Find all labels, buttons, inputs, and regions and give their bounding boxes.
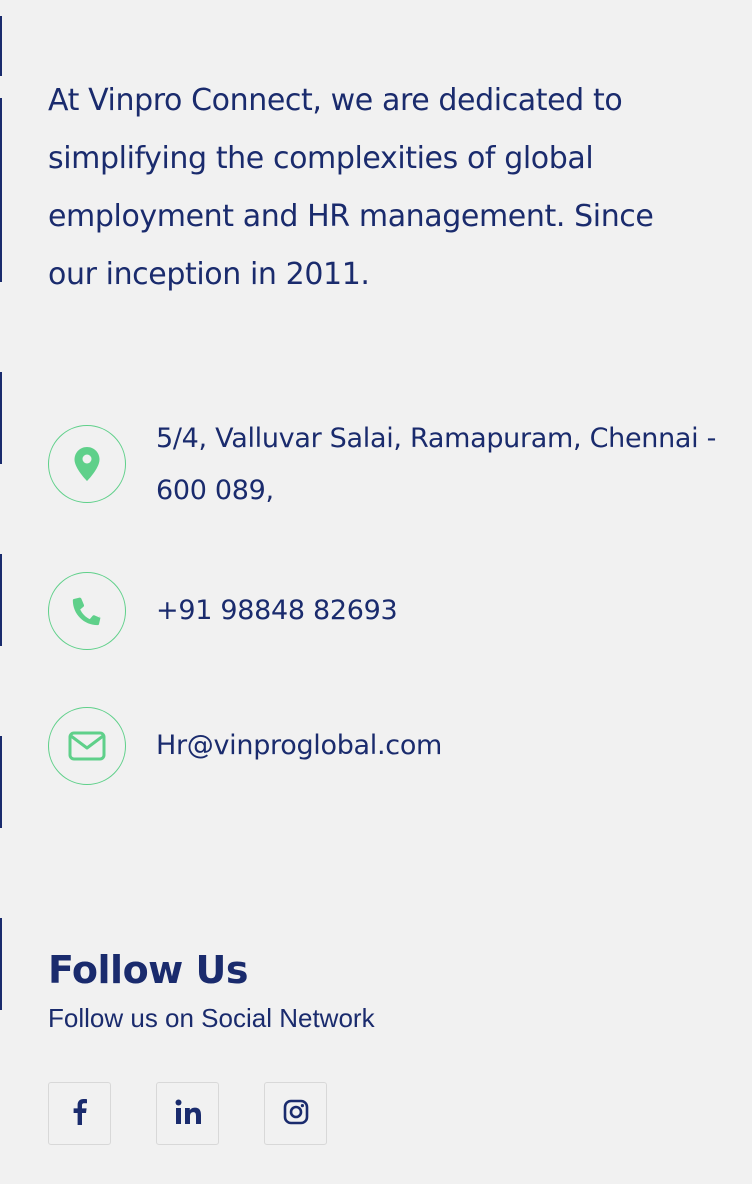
edge-accent-bar [0,16,2,76]
follow-subtitle: Follow us on Social Network [48,1003,375,1033]
facebook-icon [73,1098,87,1129]
instagram-button[interactable] [264,1082,327,1145]
phone-link[interactable]: +91 98848 82693 [156,585,398,637]
phone-row: +91 98848 82693 [48,572,722,650]
email-link[interactable]: Hr@vinproglobal.com [156,720,442,772]
address-row: 5/4, Valluvar Salai, Ramapuram, Chennai … [48,423,722,517]
linkedin-button[interactable] [156,1082,219,1145]
phone-icon [48,572,126,650]
location-pin-icon [48,425,126,503]
edge-accent-bar [0,554,2,646]
edge-accent-bar [0,372,2,464]
follow-title: Follow Us [48,948,249,992]
edge-accent-bar [0,736,2,828]
email-row: Hr@vinproglobal.com [48,707,722,785]
linkedin-icon [175,1099,201,1129]
edge-accent-bar [0,918,2,1010]
facebook-button[interactable] [48,1082,111,1145]
edge-accent-bar [0,98,2,282]
address-text: 5/4, Valluvar Salai, Ramapuram, Chennai … [156,423,717,506]
envelope-icon [48,707,126,785]
instagram-icon [283,1099,309,1129]
about-text: At Vinpro Connect, we are dedicated to s… [48,83,654,292]
